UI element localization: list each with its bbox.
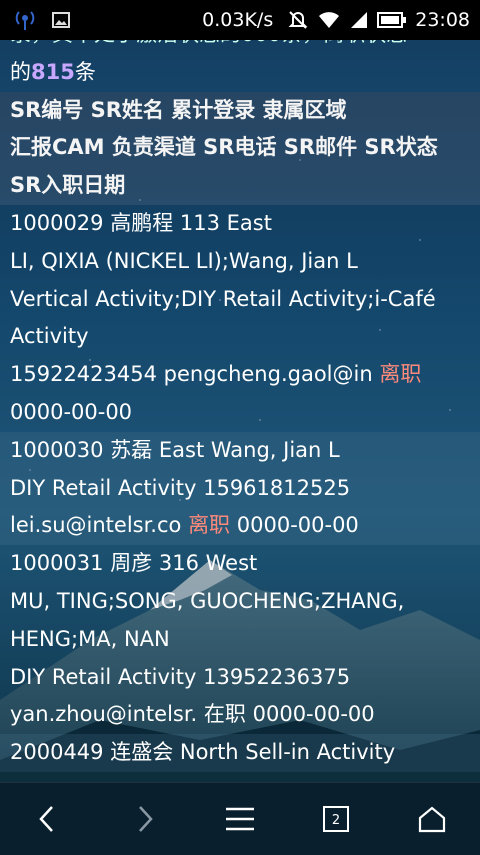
menu-icon <box>226 807 254 831</box>
status-badge: 离职 <box>188 513 231 538</box>
row-line: 1000030 苏磊 East Wang, Jian L <box>10 437 340 462</box>
row-line: yan.zhou@intelsr. 在职 0000-00-00 <box>0 696 480 734</box>
row-line: MU, TING;SONG, GUOCHENG;ZHANG, <box>10 588 405 613</box>
hire-date: 0000-00-00 <box>236 513 359 538</box>
table-row[interactable]: 1000031 周彦 316 West MU, TING;SONG, GUOCH… <box>0 545 480 735</box>
summary-line-2: 的815条 <box>0 54 480 92</box>
summary-suffix: 条 <box>74 59 96 84</box>
table-header: SR编号 SR姓名 累计登录 隶属区域 汇报CAM 负责渠道 SR电话 SR邮件… <box>0 91 480 205</box>
net-speed: 0.03K/s <box>202 9 274 31</box>
email: lei.su@intelsr.co <box>10 513 182 538</box>
hire-date: 0000-00-00 <box>252 702 375 727</box>
phone-email: 15922423454 pengcheng.gaol@in <box>10 362 373 387</box>
wifi-icon <box>317 10 341 30</box>
row-line: 1000029 高鹏程 113 East <box>10 210 272 235</box>
row-line: 15922423454 pengcheng.gaol@in 离职 <box>0 356 480 394</box>
summary-prefix: 的 <box>10 59 31 84</box>
back-button[interactable] <box>18 789 78 849</box>
row-line: Activity <box>10 324 89 349</box>
forward-button[interactable] <box>114 789 174 849</box>
row-line: Vertical Activity;DIY Retail Activity;i-… <box>10 286 436 311</box>
tabs-button[interactable]: 2 <box>306 789 366 849</box>
table-row[interactable]: 1000029 高鹏程 113 East LI, QIXIA (NICKEL L… <box>0 204 480 432</box>
home-icon <box>418 806 446 833</box>
page-content: 录，其中处于激活状态的000条，离职状态 的815条 SR编号 SR姓名 累计登… <box>0 16 480 772</box>
email: yan.zhou@intelsr. <box>10 702 198 727</box>
back-icon <box>39 806 53 832</box>
clock: 23:08 <box>415 9 470 31</box>
table-row[interactable]: 2000449 连盛会 North Sell-in Activity <box>0 734 480 772</box>
battery-icon <box>377 11 407 29</box>
status-badge: 离职 <box>379 362 422 387</box>
resigned-count: 815 <box>31 59 75 84</box>
tab-count: 2 <box>332 813 340 828</box>
status-badge: 在职 <box>203 702 246 727</box>
row-line: HENG;MA, NAN <box>10 626 170 651</box>
row-line: lei.su@intelsr.co 离职 0000-00-00 <box>0 507 480 545</box>
table-row[interactable]: 1000030 苏磊 East Wang, Jian L DIY Retail … <box>0 431 480 546</box>
browser-nav-bar: 2 <box>0 782 480 855</box>
header-line-2: 汇报CAM 负责渠道 SR电话 SR邮件 SR状态 <box>10 135 438 160</box>
header-line-3: SR入职日期 <box>10 173 126 198</box>
row-line: DIY Retail Activity 15961812525 <box>10 475 351 500</box>
image-icon <box>52 12 70 28</box>
hire-date: 0000-00-00 <box>10 399 133 424</box>
home-button[interactable] <box>402 789 462 849</box>
row-line: LI, QIXIA (NICKEL LI);Wang, Jian L <box>10 248 358 273</box>
mute-icon <box>287 9 309 31</box>
header-line-1: SR编号 SR姓名 累计登录 隶属区域 <box>10 97 347 122</box>
row-line: DIY Retail Activity 13952236375 <box>10 664 351 689</box>
forward-icon <box>139 806 153 832</box>
row-line: 1000031 周彦 316 West <box>10 551 258 576</box>
signal-icon <box>349 10 369 30</box>
broadcast-icon <box>12 9 38 31</box>
tabs-icon: 2 <box>323 806 349 832</box>
menu-button[interactable] <box>210 789 270 849</box>
status-bar: 0.03K/s 23:08 <box>0 0 480 40</box>
row-line: 2000449 连盛会 North Sell-in Activity <box>10 740 396 765</box>
